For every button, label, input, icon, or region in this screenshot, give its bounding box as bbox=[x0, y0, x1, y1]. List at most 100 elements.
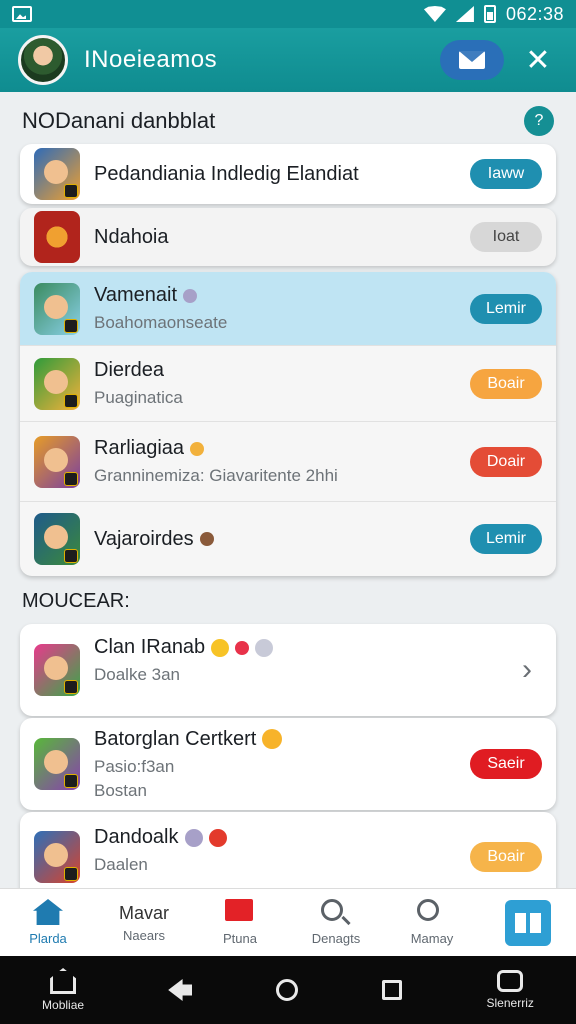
gallery-notification-icon bbox=[12, 6, 32, 22]
mail-icon bbox=[459, 51, 485, 69]
item-title: Pedandiania Indledig Elandiat bbox=[94, 162, 359, 185]
item-subtitle: Boahomaonseate bbox=[94, 313, 228, 332]
close-button[interactable]: ✕ bbox=[518, 40, 558, 80]
emoji-icon bbox=[199, 532, 214, 546]
menu-icon bbox=[497, 970, 524, 992]
list-item[interactable]: Vamenait Boahomaonseate Lemir bbox=[20, 272, 556, 346]
nav-label: Denagts bbox=[311, 931, 361, 946]
nav-item-grid[interactable] bbox=[480, 889, 576, 956]
item-subtitle: Pasio:f3an bbox=[94, 756, 175, 776]
game-icon bbox=[34, 435, 80, 488]
app-title: INoeieamos bbox=[84, 46, 218, 73]
help-icon[interactable]: ? bbox=[524, 106, 554, 136]
square-icon bbox=[382, 980, 403, 1000]
item-detail: Bostan bbox=[94, 780, 147, 800]
battery-icon bbox=[483, 5, 496, 23]
nav-label: Mavar bbox=[118, 902, 169, 923]
wifi-icon bbox=[423, 6, 446, 22]
item-action-button[interactable]: Boair bbox=[470, 842, 542, 872]
list-item[interactable]: Dandoalk Daalen Boair bbox=[20, 812, 556, 888]
smile-emoji-icon bbox=[262, 729, 283, 749]
system-navigation: Mobliae Slenerriz bbox=[0, 956, 576, 1024]
emoji-icon bbox=[235, 640, 250, 655]
list-item[interactable]: Pedandiania Indledig Elandiat Iaww bbox=[20, 144, 556, 204]
nav-label: Plarda bbox=[29, 931, 67, 946]
item-action-button[interactable]: Doair bbox=[470, 446, 542, 477]
nav-item-home[interactable]: Plarda bbox=[0, 889, 96, 956]
system-back-button[interactable] bbox=[168, 979, 193, 1001]
user-icon bbox=[417, 899, 439, 921]
item-action-button[interactable]: Boair bbox=[470, 368, 542, 399]
grid-icon bbox=[515, 912, 541, 933]
item-action-button[interactable]: Lemir bbox=[470, 524, 542, 554]
system-search-button[interactable] bbox=[276, 979, 299, 1001]
list-item[interactable]: Vajaroirdes Lemir bbox=[20, 502, 556, 576]
item-title: Batorglan Certkert bbox=[94, 727, 257, 750]
flag-icon bbox=[225, 899, 253, 921]
nav-label: Ptuna bbox=[223, 931, 257, 946]
list-item[interactable]: Batorglan Certkert Pasio:f3an Bostan Sae… bbox=[20, 718, 556, 810]
game-list: Vamenait Boahomaonseate Lemir Dierdea Pu… bbox=[20, 272, 556, 576]
item-title: Vajaroirdes bbox=[94, 527, 194, 550]
avatar[interactable] bbox=[18, 35, 68, 85]
system-label: Mobliae bbox=[42, 998, 85, 1012]
game-icon bbox=[34, 211, 80, 263]
system-home-button[interactable]: Mobliae bbox=[42, 968, 84, 1012]
nav-item-ptuna[interactable]: Ptuna bbox=[192, 889, 288, 956]
mail-button[interactable] bbox=[440, 40, 504, 80]
item-action-button[interactable]: Ioat bbox=[470, 222, 542, 252]
grid-button[interactable] bbox=[505, 899, 551, 946]
item-title: Dierdea bbox=[94, 359, 165, 381]
status-bar: 062:38 bbox=[0, 0, 576, 28]
game-icon bbox=[34, 513, 80, 565]
game-icon bbox=[34, 282, 80, 335]
emoji-icon bbox=[184, 828, 203, 847]
notification-badge bbox=[70, 968, 77, 976]
game-icon bbox=[34, 831, 80, 883]
nav-item-mavar[interactable]: Mavar Naears bbox=[96, 889, 192, 956]
system-label: Slenerriz bbox=[486, 996, 534, 1010]
star-icon bbox=[211, 638, 230, 657]
emoji-icon bbox=[208, 828, 227, 847]
item-title: Clan IRanab bbox=[94, 636, 206, 658]
game-icon bbox=[34, 357, 80, 410]
clock: 062:38 bbox=[505, 3, 564, 24]
system-menu-button[interactable]: Slenerriz bbox=[487, 970, 534, 1010]
item-title: Ndahoia bbox=[94, 225, 169, 248]
list-item[interactable]: Dierdea Puaginatica Boair bbox=[20, 346, 556, 422]
home-icon bbox=[50, 968, 77, 994]
section-title: MOUCEAR: bbox=[22, 590, 130, 612]
signal-icon bbox=[455, 6, 474, 22]
system-recents-button[interactable] bbox=[382, 980, 403, 1000]
nav-sublabel: Naears bbox=[123, 927, 165, 943]
section-title: NODanani danbblat bbox=[22, 108, 216, 133]
search-icon bbox=[321, 899, 343, 921]
search-icon bbox=[276, 979, 299, 1001]
emoji-icon bbox=[190, 441, 205, 456]
game-icon bbox=[34, 148, 80, 200]
list-item[interactable]: Clan IRanab Doalke 3an › bbox=[20, 624, 556, 716]
nav-item-profile[interactable]: Mamay bbox=[384, 889, 480, 956]
item-subtitle: Granninemiza: Giavaritente 2hhi bbox=[94, 466, 338, 485]
close-icon: ✕ bbox=[525, 43, 551, 77]
back-icon bbox=[168, 979, 193, 1001]
section-header: NODanani danbblat ? bbox=[0, 92, 576, 150]
item-title: Rarliagiaa bbox=[94, 437, 185, 459]
bottom-navigation: Plarda Mavar Naears Ptuna Denagts Mamay bbox=[0, 888, 576, 956]
game-icon bbox=[34, 644, 80, 696]
main-content[interactable]: NODanani danbblat ? Pedandiania Indledig… bbox=[0, 92, 576, 888]
list-item[interactable]: Rarliagiaa Granninemiza: Giavaritente 2h… bbox=[20, 422, 556, 502]
list-item[interactable]: Ndahoia Ioat bbox=[20, 208, 556, 266]
nav-item-search[interactable]: Denagts bbox=[288, 889, 384, 956]
chevron-right-icon[interactable]: › bbox=[522, 653, 542, 687]
item-subtitle: Doalke 3an bbox=[94, 665, 181, 684]
item-subtitle: Puaginatica bbox=[94, 388, 183, 407]
item-title: Vamenait bbox=[94, 284, 178, 306]
app-bar: INoeieamos ✕ bbox=[0, 28, 576, 92]
emoji-icon bbox=[255, 638, 274, 657]
nav-label: Mamay bbox=[410, 931, 454, 946]
item-action-button[interactable]: Iaww bbox=[470, 159, 542, 189]
item-action-button[interactable]: Lemir bbox=[470, 293, 542, 324]
item-action-button[interactable]: Saeir bbox=[470, 749, 542, 779]
game-icon bbox=[34, 738, 80, 790]
